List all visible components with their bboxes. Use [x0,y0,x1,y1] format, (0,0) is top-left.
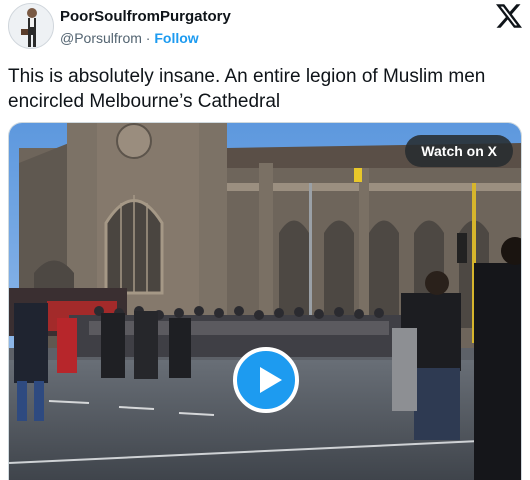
video-player[interactable]: Watch on X [8,122,522,480]
avatar-image [9,4,53,48]
watch-on-x-button[interactable]: Watch on X [405,135,513,167]
video-thumbnail [9,123,521,480]
handle-separator: · [145,30,151,46]
author-handle[interactable]: @Porsulfrom [60,30,142,46]
tweet-header: PoorSoulfromPurgatory @Porsulfrom · Foll… [8,3,522,51]
x-logo-icon[interactable] [496,3,522,29]
play-button[interactable] [233,347,299,413]
follow-button[interactable]: Follow [154,30,198,46]
author-handle-row: @Porsulfrom · Follow [60,30,199,46]
tweet-text: This is absolutely insane. An entire leg… [8,66,486,112]
author-display-name[interactable]: PoorSoulfromPurgatory [60,8,231,25]
play-icon [260,367,282,393]
avatar[interactable] [8,3,54,49]
